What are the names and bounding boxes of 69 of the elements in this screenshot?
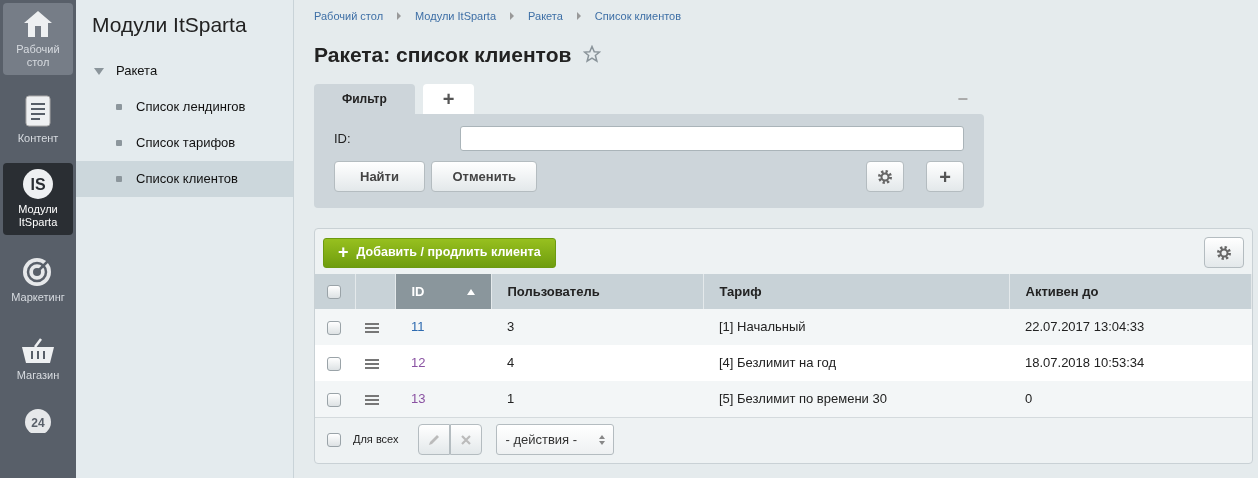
filter-tab[interactable]: Фильтр bbox=[314, 84, 415, 114]
row-checkbox[interactable] bbox=[327, 392, 341, 407]
actions-dropdown[interactable]: - действия - bbox=[496, 424, 615, 455]
tree-item[interactable]: Список лендингов bbox=[76, 89, 293, 126]
table-cell: [1] Начальный bbox=[719, 319, 806, 335]
row-checkbox[interactable] bbox=[327, 356, 341, 371]
input-field[interactable] bbox=[460, 126, 964, 151]
home-icon bbox=[22, 9, 54, 40]
gear-icon bbox=[876, 168, 893, 185]
cancel-button[interactable]: Отменить bbox=[431, 161, 537, 192]
table-cell: [4] Безлимит на год bbox=[719, 355, 836, 371]
page-title: Ракета: список клиентов bbox=[314, 41, 572, 68]
add-button[interactable]: + bbox=[926, 161, 964, 192]
gear-icon bbox=[1216, 244, 1232, 261]
filter-tab[interactable]: + bbox=[422, 84, 475, 114]
breadcrumb-separator-icon bbox=[397, 12, 402, 21]
basket-icon bbox=[21, 336, 55, 365]
tree-item[interactable]: Список клиентов bbox=[76, 161, 293, 198]
sidebar-title: Модули ItSparta bbox=[92, 12, 248, 38]
menu-icon[interactable] bbox=[365, 322, 379, 333]
id-link[interactable]: 13 bbox=[411, 391, 426, 407]
table-cell: 3 bbox=[507, 319, 515, 335]
cloud-icon: 24 bbox=[23, 407, 53, 433]
rail-item[interactable]: Маркетинг bbox=[3, 243, 73, 315]
column-header[interactable]: Пользователь bbox=[491, 274, 703, 309]
bullet-icon bbox=[116, 104, 122, 111]
close-icon bbox=[460, 433, 473, 446]
field-label: ID: bbox=[334, 129, 352, 148]
id-link[interactable]: 11 bbox=[411, 319, 425, 335]
table-cell: 18.07.2018 10:53:34 bbox=[1025, 355, 1145, 371]
breadcrumb-link[interactable]: Список клиентов bbox=[594, 8, 682, 25]
logo-icon: IS bbox=[23, 169, 53, 200]
rail-item[interactable]: Контент bbox=[3, 83, 73, 155]
star-icon[interactable] bbox=[583, 45, 602, 64]
table-cell: 4 bbox=[507, 355, 515, 371]
table-cell: [5] Безлимит по времени 30 bbox=[719, 391, 887, 407]
pencil-icon bbox=[427, 432, 442, 447]
breadcrumb-link[interactable]: Ракета bbox=[528, 8, 563, 25]
column-header[interactable]: Активен до bbox=[1009, 274, 1252, 309]
select-all-checkbox[interactable] bbox=[327, 285, 341, 300]
table-cell: 0 bbox=[1025, 391, 1033, 407]
for-all-checkbox[interactable] bbox=[327, 432, 341, 447]
edit-button[interactable] bbox=[418, 424, 451, 455]
checkbox-label: Для всех bbox=[353, 432, 399, 448]
table-cell: 22.07.2017 13:04:33 bbox=[1025, 319, 1145, 335]
delete-button[interactable] bbox=[450, 424, 483, 455]
menu-icon[interactable] bbox=[365, 358, 379, 369]
find-button[interactable]: Найти bbox=[334, 161, 425, 192]
bullet-icon bbox=[116, 140, 122, 147]
settings-button[interactable] bbox=[1204, 237, 1244, 268]
up-down-arrows-icon bbox=[599, 434, 606, 445]
settings-button[interactable] bbox=[865, 161, 904, 192]
rail-item[interactable]: Магазин bbox=[3, 323, 73, 395]
bullet-icon bbox=[116, 176, 122, 183]
row-checkbox[interactable] bbox=[327, 320, 341, 335]
menu-icon[interactable] bbox=[365, 394, 379, 405]
tree-item-label[interactable]: Ракета bbox=[116, 61, 158, 81]
column-header[interactable]: Тариф bbox=[703, 274, 1009, 309]
breadcrumb-separator-icon bbox=[576, 12, 581, 21]
rail-item[interactable]: IS Модули ItSparta bbox=[3, 163, 73, 235]
sort-arrow-icon bbox=[466, 288, 475, 295]
breadcrumb-separator-icon bbox=[510, 12, 515, 21]
table-cell: 1 bbox=[507, 391, 515, 407]
id-link[interactable]: 12 bbox=[411, 355, 426, 371]
document-icon bbox=[24, 93, 52, 128]
expand-arrow-icon[interactable] bbox=[94, 67, 104, 75]
breadcrumb-link[interactable]: Рабочий стол bbox=[314, 8, 384, 25]
breadcrumb-link[interactable]: Модули ItSparta bbox=[415, 8, 497, 25]
tree-item[interactable]: Список тарифов bbox=[76, 125, 293, 162]
